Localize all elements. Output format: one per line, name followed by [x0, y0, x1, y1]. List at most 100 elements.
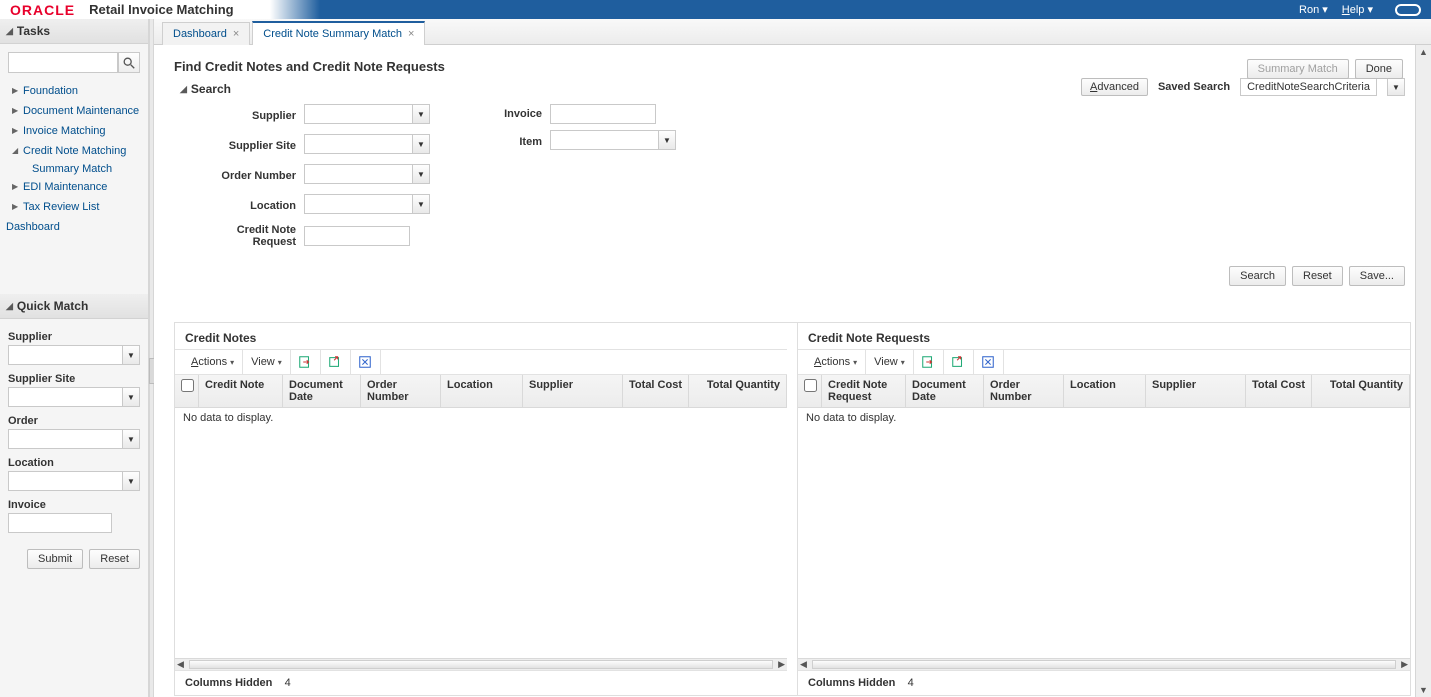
qm-submit-button[interactable]: Submit: [27, 549, 83, 569]
tabstrip: Dashboard× Credit Note Summary Match×: [154, 19, 1431, 45]
tasks-search-button[interactable]: [118, 52, 140, 73]
tasks-search-input[interactable]: [8, 52, 118, 73]
tree-cn-match[interactable]: ◢Credit Note Matching: [6, 141, 142, 161]
h-scrollbar[interactable]: ◀▶: [175, 658, 787, 670]
user-menu[interactable]: Ron ▾: [1299, 3, 1328, 16]
location-input[interactable]: [304, 194, 412, 214]
order-number-input[interactable]: [304, 164, 412, 184]
advanced-button[interactable]: Advanced: [1081, 78, 1148, 96]
search-button[interactable]: Search: [1229, 266, 1286, 286]
col-total-cost[interactable]: Total Cost: [623, 375, 689, 407]
actions-menu[interactable]: Actions▾: [806, 350, 866, 374]
credit-notes-grid-body: No data to display.: [175, 408, 787, 658]
qm-supplier-site-label: Supplier Site: [8, 369, 140, 387]
qm-supplier-dd[interactable]: ▼: [122, 345, 140, 365]
order-number-dd[interactable]: ▼: [412, 164, 430, 184]
supplier-dd[interactable]: ▼: [412, 104, 430, 124]
col-cnr[interactable]: Credit Note Request: [822, 375, 906, 407]
close-icon[interactable]: ×: [233, 28, 239, 40]
col-order[interactable]: Order Number: [361, 375, 441, 407]
col-doc-date[interactable]: Document Date: [906, 375, 984, 407]
col-supplier[interactable]: Supplier: [1146, 375, 1246, 407]
supplier-site-input[interactable]: [304, 134, 412, 154]
wrap-icon[interactable]: [974, 350, 1004, 374]
item-label: Item: [480, 136, 550, 148]
actions-menu[interactable]: Actions▾: [183, 350, 243, 374]
qm-reset-button[interactable]: Reset: [89, 549, 140, 569]
summary-match-button[interactable]: Summary Match: [1247, 59, 1349, 79]
v-scrollbar[interactable]: ▲▼: [1415, 45, 1431, 697]
order-number-label: Order Number: [194, 170, 304, 182]
tree-cn-summary[interactable]: Summary Match: [6, 161, 142, 177]
done-button[interactable]: Done: [1355, 59, 1403, 79]
location-dd[interactable]: ▼: [412, 194, 430, 214]
tab-credit-note-summary[interactable]: Credit Note Summary Match×: [252, 21, 425, 45]
tab-dashboard[interactable]: Dashboard×: [162, 22, 250, 45]
tree-foundation[interactable]: ▶Foundation: [6, 81, 142, 101]
col-doc-date[interactable]: Document Date: [283, 375, 361, 407]
qm-location-input[interactable]: [8, 471, 122, 491]
col-total-qty[interactable]: Total Quantity: [1312, 375, 1410, 407]
location-label: Location: [194, 200, 304, 212]
tree-dashboard[interactable]: Dashboard: [6, 217, 142, 235]
qm-supplier-label: Supplier: [8, 327, 140, 345]
supplier-site-dd[interactable]: ▼: [412, 134, 430, 154]
search-icon: [122, 56, 136, 70]
quick-match-title: Quick Match: [17, 299, 88, 313]
tree-edi[interactable]: ▶EDI Maintenance: [6, 177, 142, 197]
tasks-header[interactable]: ◢ Tasks: [0, 19, 148, 44]
col-supplier[interactable]: Supplier: [523, 375, 623, 407]
qm-location-label: Location: [8, 453, 140, 471]
collapse-icon: ◢: [6, 301, 13, 312]
cnr-input[interactable]: [304, 226, 410, 246]
tree-inv-match[interactable]: ▶Invoice Matching: [6, 121, 142, 141]
qm-order-dd[interactable]: ▼: [122, 429, 140, 449]
select-all-checkbox[interactable]: [804, 379, 817, 392]
col-total-qty[interactable]: Total Quantity: [689, 375, 787, 407]
detach-icon[interactable]: [321, 350, 351, 374]
empty-text: No data to display.: [806, 412, 896, 424]
invoice-input[interactable]: [550, 104, 656, 124]
detach-icon[interactable]: [944, 350, 974, 374]
h-scrollbar[interactable]: ◀▶: [798, 658, 1410, 670]
collapse-icon: ◢: [6, 26, 13, 37]
col-location[interactable]: Location: [441, 375, 523, 407]
export-icon[interactable]: [914, 350, 944, 374]
qm-supplier-input[interactable]: [8, 345, 122, 365]
supplier-input[interactable]: [304, 104, 412, 124]
col-credit-note[interactable]: Credit Note: [199, 375, 283, 407]
reset-button[interactable]: Reset: [1292, 266, 1343, 286]
save-button[interactable]: Save...: [1349, 266, 1405, 286]
item-input[interactable]: [550, 130, 658, 150]
item-dd[interactable]: ▼: [658, 130, 676, 150]
wrap-icon[interactable]: [351, 350, 381, 374]
help-menu[interactable]: Help ▾: [1342, 3, 1373, 16]
credit-note-requests-title: Credit Note Requests: [798, 323, 1410, 349]
qm-order-label: Order: [8, 411, 140, 429]
select-all-checkbox[interactable]: [181, 379, 194, 392]
qm-supplier-site-dd[interactable]: ▼: [122, 387, 140, 407]
main-area: Dashboard× Credit Note Summary Match× Su…: [154, 19, 1431, 697]
qm-invoice-label: Invoice: [8, 495, 140, 513]
saved-search-value[interactable]: CreditNoteSearchCriteria: [1240, 78, 1377, 96]
credit-note-requests-pane: Credit Note Requests Actions▾ View▾ Cred…: [797, 323, 1410, 695]
view-menu[interactable]: View▾: [866, 350, 914, 374]
col-location[interactable]: Location: [1064, 375, 1146, 407]
supplier-site-label: Supplier Site: [194, 140, 304, 152]
tree-tax[interactable]: ▶Tax Review List: [6, 197, 142, 217]
qm-invoice-input[interactable]: [8, 513, 112, 533]
view-menu[interactable]: View▾: [243, 350, 291, 374]
tree-doc-maint[interactable]: ▶Document Maintenance: [6, 101, 142, 121]
app-title: Retail Invoice Matching: [89, 2, 233, 17]
saved-search-dd[interactable]: ▼: [1387, 78, 1405, 96]
col-total-cost[interactable]: Total Cost: [1246, 375, 1312, 407]
oracle-pill-icon: [1395, 4, 1421, 16]
oracle-logo: ORACLE: [10, 2, 75, 18]
qm-supplier-site-input[interactable]: [8, 387, 122, 407]
close-icon[interactable]: ×: [408, 28, 414, 40]
quick-match-header[interactable]: ◢ Quick Match: [0, 294, 148, 319]
qm-order-input[interactable]: [8, 429, 122, 449]
col-order[interactable]: Order Number: [984, 375, 1064, 407]
export-icon[interactable]: [291, 350, 321, 374]
qm-location-dd[interactable]: ▼: [122, 471, 140, 491]
